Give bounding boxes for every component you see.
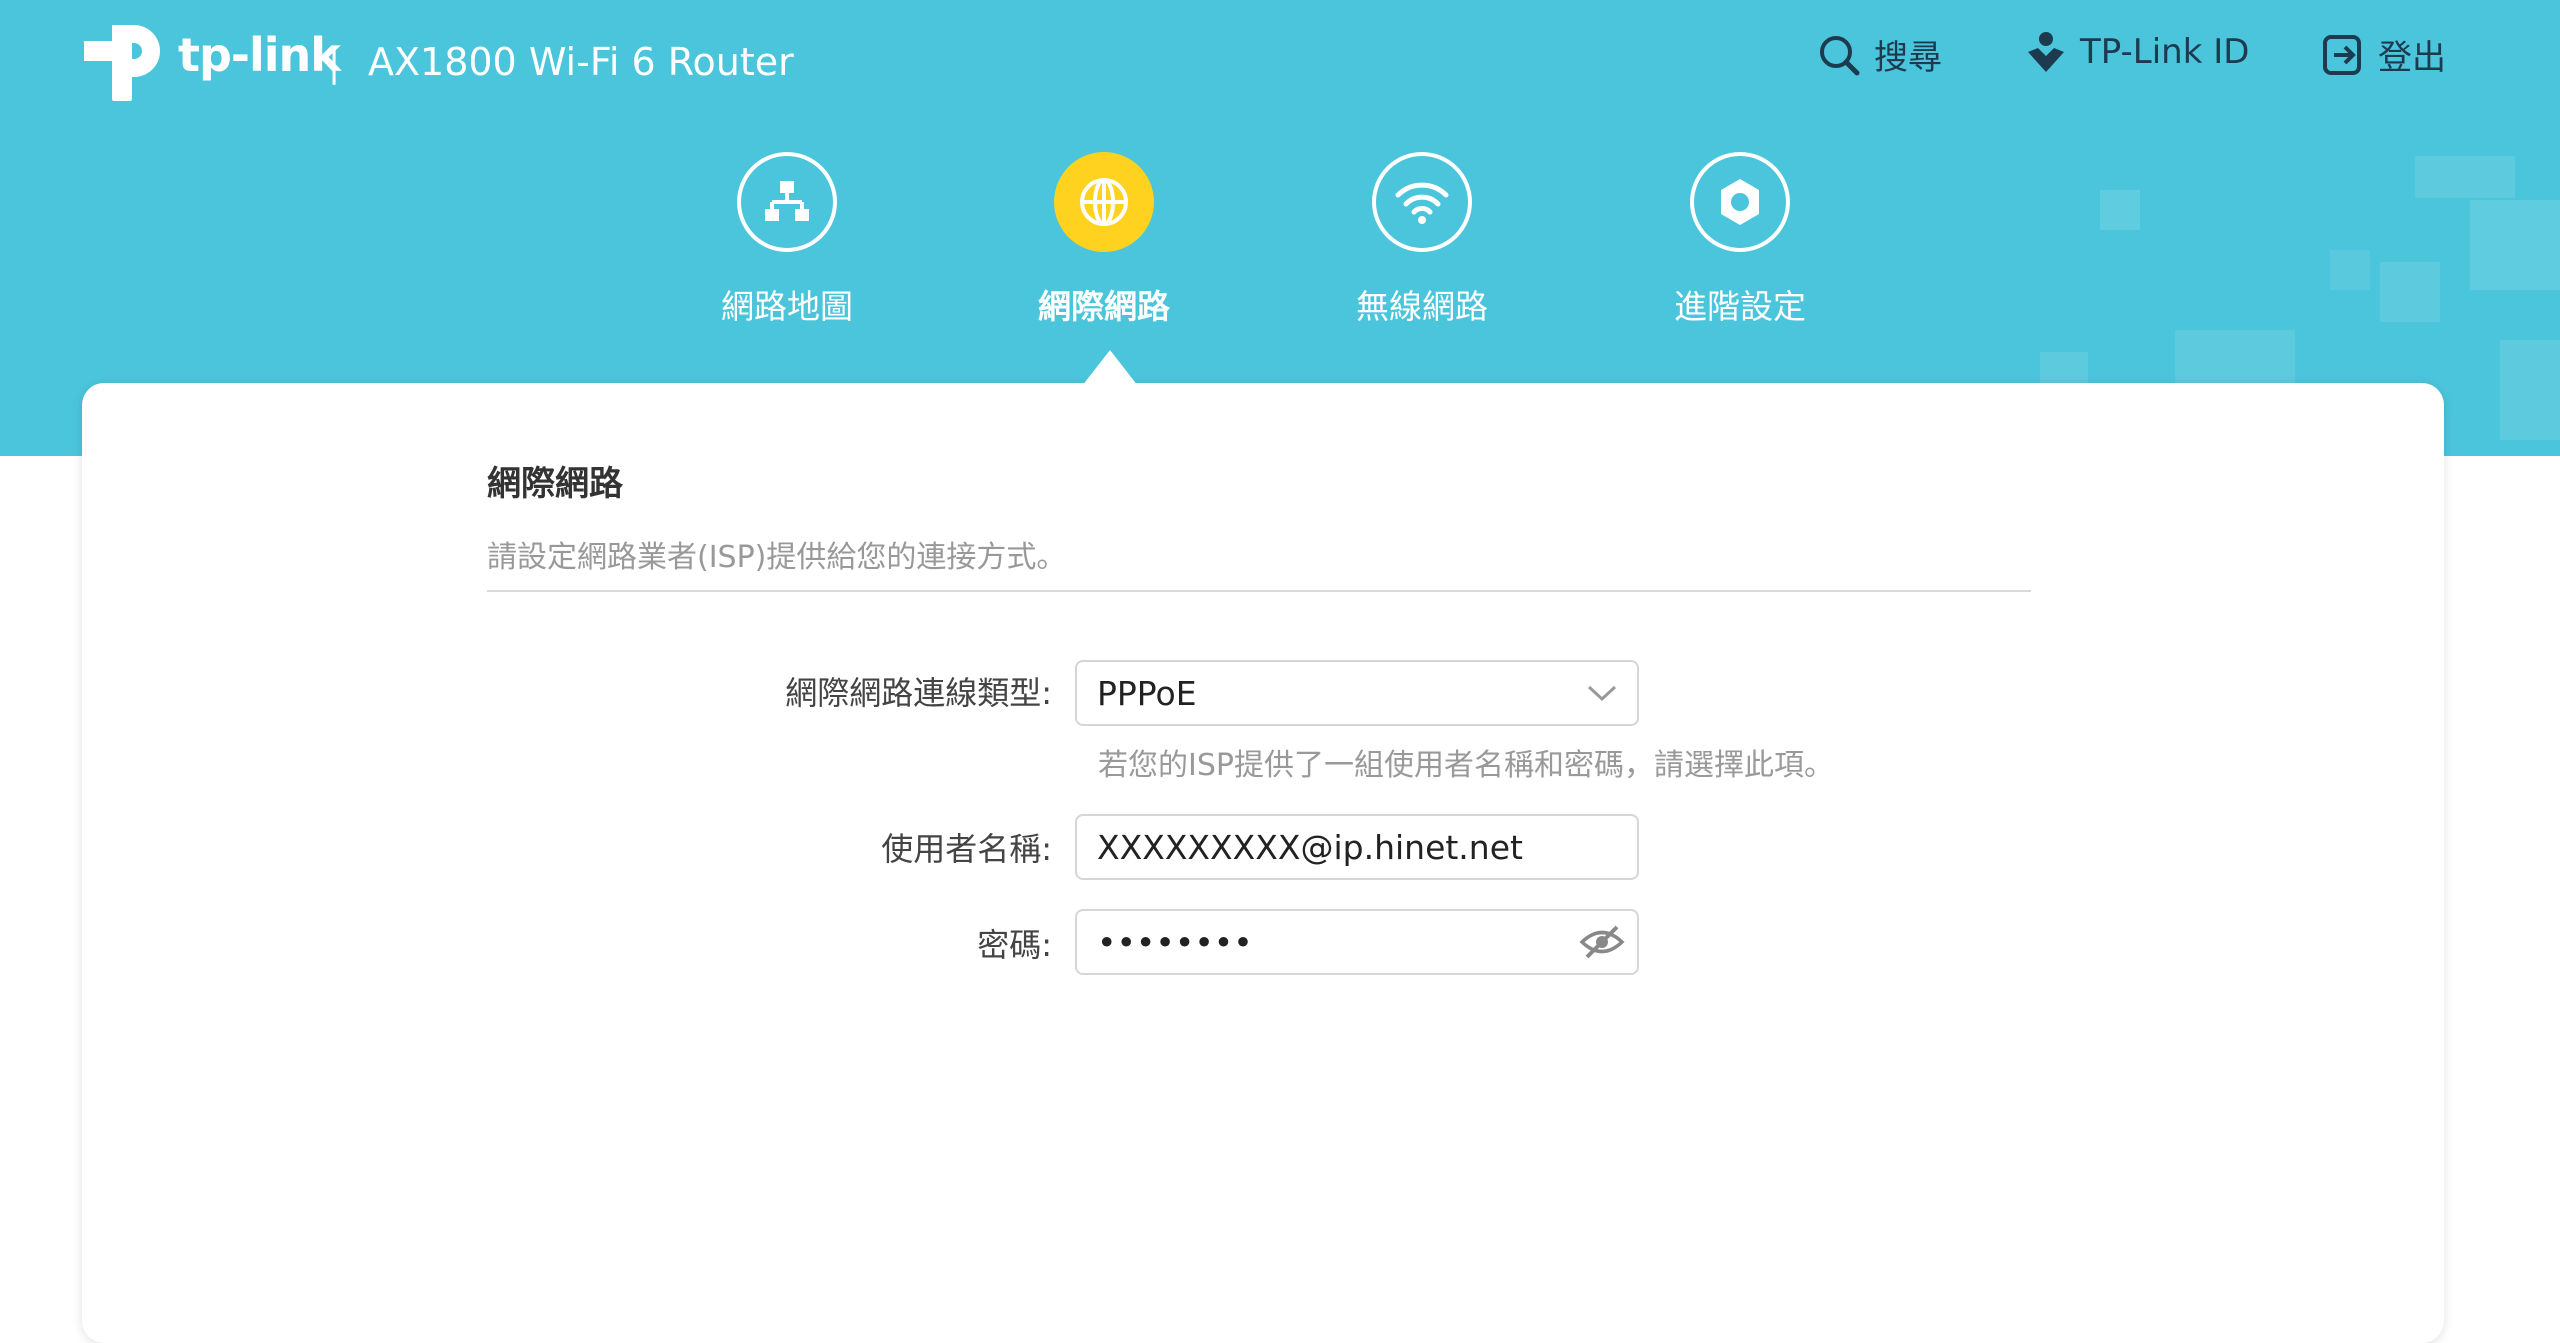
username-field[interactable]: XXXXXXXXX@ip.hinet.net bbox=[1075, 814, 1639, 880]
search-label: 搜尋 bbox=[1874, 38, 1942, 78]
username-label: 使用者名稱: bbox=[881, 830, 1052, 868]
connection-type-select[interactable]: PPPoE bbox=[1075, 660, 1639, 726]
tab-label: 網際網路 bbox=[1038, 287, 1170, 326]
connection-type-label: 網際網路連線類型: bbox=[785, 674, 1052, 712]
search-button[interactable]: 搜尋 bbox=[1818, 30, 1942, 79]
search-icon bbox=[1820, 35, 1860, 75]
password-label: 密碼: bbox=[977, 926, 1052, 964]
section-description: 請設定網路業者(ISP)提供給您的連接方式。 bbox=[487, 540, 1067, 575]
decor-pixel bbox=[2330, 250, 2370, 290]
logout-button[interactable]: 登出 bbox=[2322, 30, 2446, 79]
connection-type-value: PPPoE bbox=[1097, 673, 1197, 713]
brand-separator: | bbox=[328, 44, 341, 85]
wifi-icon bbox=[1372, 152, 1472, 252]
decor-pixel bbox=[2380, 262, 2440, 322]
username-value: XXXXXXXXX@ip.hinet.net bbox=[1097, 827, 1523, 867]
product-name: AX1800 Wi-Fi 6 Router bbox=[368, 40, 794, 84]
logout-label: 登出 bbox=[2378, 38, 2446, 78]
tab-advanced[interactable]: 進階設定 bbox=[1620, 152, 1860, 328]
tab-internet[interactable]: 網際網路 bbox=[984, 152, 1224, 328]
password-value: •••••••• bbox=[1097, 922, 1253, 962]
tp-link-logo-icon bbox=[84, 25, 160, 101]
brand-name: tp-link bbox=[178, 28, 341, 82]
active-tab-pointer bbox=[1082, 350, 1138, 386]
tab-label: 網路地圖 bbox=[721, 287, 853, 326]
decor-pixel bbox=[2100, 190, 2140, 230]
decor-pixel bbox=[2415, 156, 2515, 198]
logout-icon bbox=[2323, 34, 2361, 75]
tp-link-id-icon bbox=[2028, 32, 2064, 72]
tp-link-id-button[interactable]: TP-Link ID bbox=[2026, 30, 2249, 74]
password-field[interactable]: •••••••• bbox=[1075, 909, 1639, 975]
tab-wireless[interactable]: 無線網路 bbox=[1302, 152, 1542, 328]
tab-label: 無線網路 bbox=[1356, 287, 1488, 326]
chevron-down-icon[interactable] bbox=[1567, 683, 1637, 703]
section-title: 網際網路 bbox=[487, 464, 623, 504]
tp-link-id-label: TP-Link ID bbox=[2080, 32, 2250, 72]
network-map-icon bbox=[737, 152, 837, 252]
eye-off-icon[interactable] bbox=[1567, 925, 1637, 959]
connection-type-hint: 若您的ISP提供了一組使用者名稱和密碼，請選擇此項。 bbox=[1098, 748, 1834, 783]
section-divider bbox=[487, 590, 2031, 592]
decor-pixel bbox=[2500, 340, 2560, 440]
decor-pixel bbox=[2470, 200, 2560, 290]
globe-icon bbox=[1054, 152, 1154, 252]
tab-label: 進階設定 bbox=[1674, 287, 1806, 326]
tp-link-logo[interactable]: tp-link bbox=[82, 14, 341, 110]
tab-network-map[interactable]: 網路地圖 bbox=[667, 152, 907, 328]
gear-icon bbox=[1690, 152, 1790, 252]
